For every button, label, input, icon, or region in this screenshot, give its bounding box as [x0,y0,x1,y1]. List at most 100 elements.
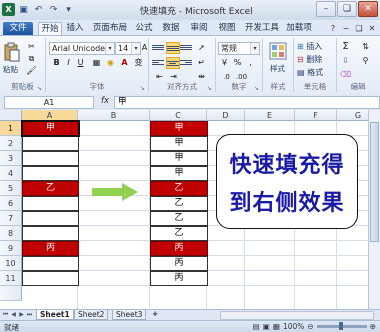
comma-button[interactable]: , [245,57,256,68]
prev-sheet-icon[interactable]: ◀ [10,311,17,319]
cell-a11[interactable] [22,271,79,286]
tab-home[interactable]: 开始 [38,22,62,36]
increase-decimal-icon[interactable]: .0 [221,71,232,82]
row-header-6[interactable]: 6 [0,196,22,211]
row-header-8[interactable]: 8 [0,226,22,241]
sheet-tab-sheet3[interactable]: Sheet3 [112,310,147,320]
align-center-icon[interactable] [166,57,180,69]
cell-c8[interactable]: 乙 [150,226,208,241]
font-color-icon[interactable]: A [119,57,130,68]
row-header-2[interactable]: 2 [0,136,22,151]
number-format-combo[interactable]: 常规 ▾ [218,42,260,55]
font-size-combo[interactable]: 14 ▾ [115,42,141,55]
column-header-a[interactable]: A [22,110,78,121]
border-icon[interactable]: ▦ [91,57,102,68]
cell-c11[interactable]: 丙 [150,271,208,286]
worksheet-grid[interactable]: A B C D E F G 1 2 3 4 5 6 7 8 9 10 11 甲乙丙甲甲甲甲乙乙乙乙丙丙丙快速填充得到… [0,110,380,310]
cell-c9[interactable]: 丙 [150,241,208,256]
format-painter-icon[interactable]: 🖌 [26,65,37,76]
close-icon[interactable]: ✕ [358,1,378,17]
column-header-f[interactable]: F [295,110,337,121]
cell-c1[interactable]: 甲 [150,121,208,136]
merge-center-icon[interactable]: ⇹ [196,71,207,82]
cell-a7[interactable] [22,211,79,226]
cell-a5[interactable]: 乙 [22,181,79,196]
clear-icon[interactable]: ⌫ [340,69,351,80]
normal-view-icon[interactable]: ▤ [253,322,260,331]
sheet-tab-sheet1[interactable]: Sheet1 [36,310,74,320]
italic-button[interactable]: I [63,57,74,68]
number-expand-icon[interactable]: ↘ [254,85,260,92]
delete-cells-button[interactable]: ⊟ 删除 [297,54,322,65]
tab-file[interactable]: 文件 [3,22,33,35]
increase-indent-icon[interactable]: ⇥ [168,71,179,82]
tab-insert[interactable]: 插入 [64,22,86,35]
undo-icon[interactable]: ↶ [32,3,45,16]
sort-filter-icon[interactable]: ⇅ [360,41,371,52]
cell-a4[interactable] [22,166,79,181]
insert-function-icon[interactable]: fx [101,96,109,106]
row-header-11[interactable]: 11 [0,271,22,286]
tab-view[interactable]: 视图 [216,22,238,35]
decrease-decimal-icon[interactable]: .00 [236,71,247,82]
page-break-view-icon[interactable]: ▦ [273,322,280,331]
last-sheet-icon[interactable]: ⏭ [26,311,33,319]
fill-icon[interactable]: ⇩ [340,55,351,66]
row-header-7[interactable]: 7 [0,211,22,226]
excel-logo-icon[interactable]: X [2,3,15,16]
cell-c5[interactable]: 乙 [150,181,208,196]
decrease-indent-icon[interactable]: ⇤ [154,71,165,82]
row-header-10[interactable]: 10 [0,256,22,271]
redo-icon[interactable]: ↷ [47,3,60,16]
underline-button[interactable]: U [75,57,86,68]
zoom-out-icon[interactable]: ⊖ [307,322,313,331]
percent-button[interactable]: % [232,57,243,68]
zoom-slider-knob[interactable] [338,322,343,330]
cell-a9[interactable]: 丙 [22,241,79,256]
font-name-combo[interactable]: Arial Unicode N ▾ [49,42,115,55]
wrap-text-icon[interactable]: ↵ [196,57,207,68]
sheet-tab-sheet2[interactable]: Sheet2 [74,310,109,320]
close-small-icon[interactable]: ✕ [367,23,377,33]
tab-review[interactable]: 审阅 [188,22,210,35]
minimize-ribbon-icon[interactable]: − [341,23,351,33]
tab-developer[interactable]: 开发工具 [244,22,280,35]
tab-page-layout[interactable]: 页面布局 [92,22,128,35]
cell-a1[interactable]: 甲 [22,121,79,136]
cell-a6[interactable] [22,196,79,211]
phonetic-icon[interactable]: 变 [133,57,144,68]
column-header-b[interactable]: B [78,110,150,121]
autosum-icon[interactable]: Σ [340,41,351,52]
cell-c2[interactable]: 甲 [150,136,208,151]
page-layout-view-icon[interactable]: ▣ [263,322,270,331]
row-header-4[interactable]: 4 [0,166,22,181]
row-header-3[interactable]: 3 [0,151,22,166]
insert-cells-button[interactable]: ⊞ 插入 [297,41,322,52]
copy-icon[interactable]: ⧉ [26,53,37,64]
minimize-icon[interactable]: – [316,1,336,17]
cell-c6[interactable]: 乙 [150,196,208,211]
restore-small-icon[interactable]: ❏ [354,23,364,33]
column-header-c[interactable]: C [150,110,207,121]
cut-icon[interactable]: ✂ [26,41,37,52]
zoom-in-icon[interactable]: ⊕ [370,322,376,331]
row-header-5[interactable]: 5 [0,181,22,196]
paste-icon[interactable] [3,41,21,63]
column-header-d[interactable]: D [207,110,245,121]
find-select-icon[interactable]: ⚲ [360,55,371,66]
first-sheet-icon[interactable]: ⏮ [2,311,9,319]
alignment-expand-icon[interactable]: ↘ [207,85,213,92]
clipboard-expand-icon[interactable]: ↘ [37,85,43,92]
restore-icon[interactable]: ❏ [337,1,357,17]
cell-a10[interactable] [22,256,79,271]
align-left-icon[interactable] [152,57,164,67]
fill-color-icon[interactable]: ◉ [105,57,116,68]
tab-addins[interactable]: 加载项 [285,22,313,35]
font-expand-icon[interactable]: ↘ [140,85,146,92]
tab-formulas[interactable]: 公式 [133,22,155,35]
tab-data[interactable]: 数据 [160,22,182,35]
help-icon[interactable]: ? [328,23,338,33]
align-bottom-icon[interactable] [180,42,192,52]
row-header-1[interactable]: 1 [0,121,22,136]
cell-a3[interactable] [22,151,79,166]
